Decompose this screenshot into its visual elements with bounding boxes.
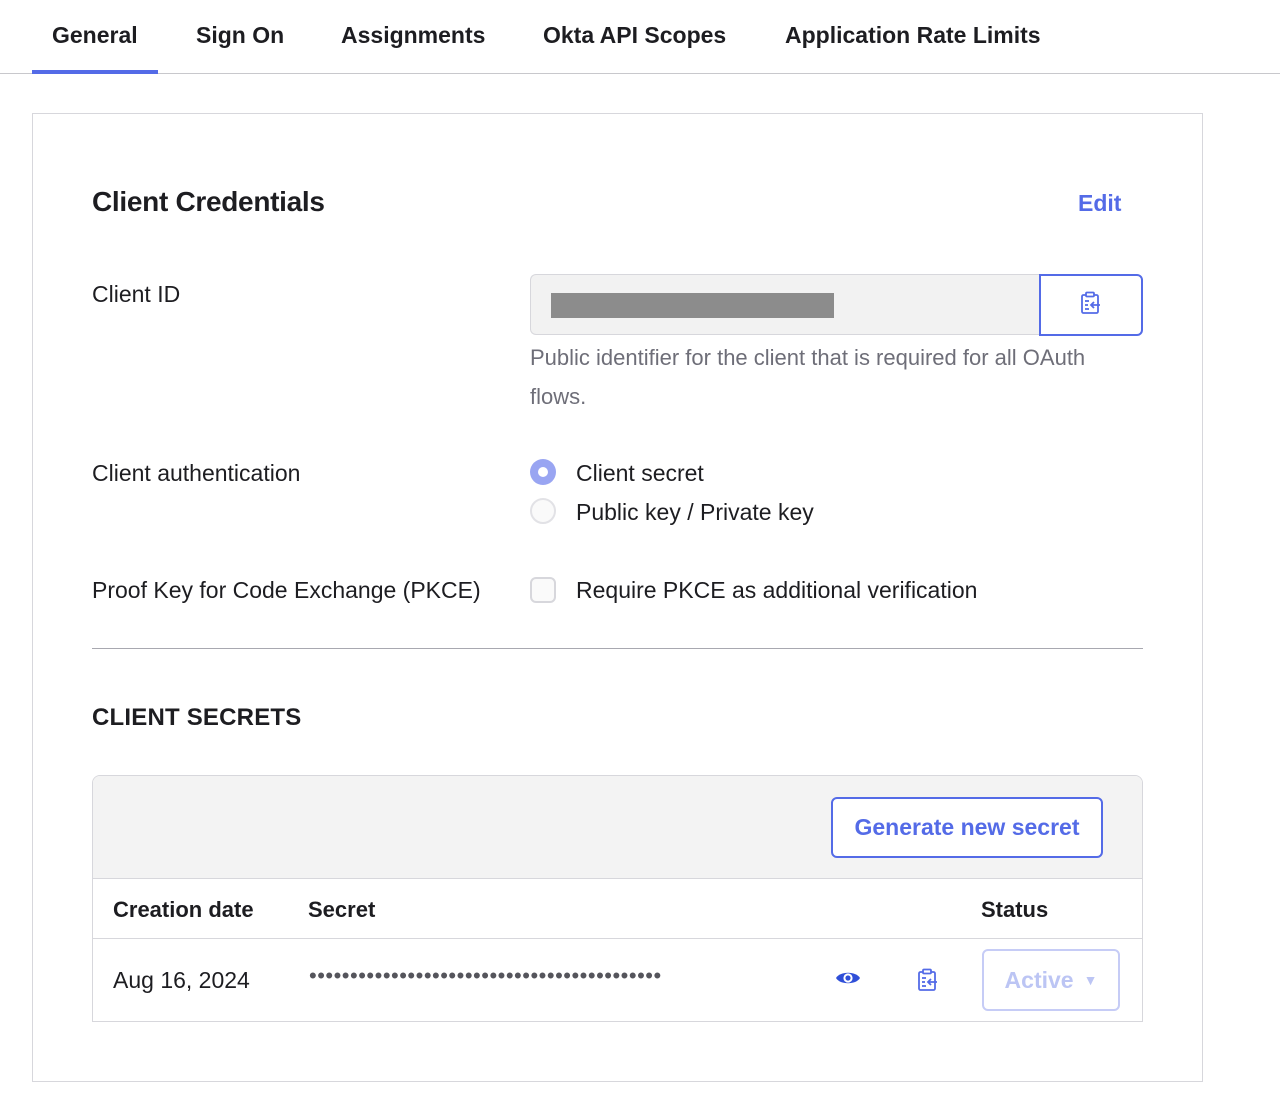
pkce-label: Proof Key for Code Exchange (PKCE) [92,577,481,603]
pkce-option-label: Require PKCE as additional verification [576,577,978,603]
column-header-secret: Secret [308,897,376,922]
client-id-label: Client ID [92,281,181,307]
header-separator [93,938,1142,939]
tab-bar: General Sign On Assignments Okta API Sco… [0,0,1280,74]
client-id-help-text: Public identifier for the client that is… [530,345,1086,409]
generate-new-secret-button[interactable]: Generate new secret [831,797,1103,858]
redacted-client-id [551,293,834,318]
pkce-checkbox[interactable] [530,577,556,603]
tab-assignments[interactable]: Assignments [341,22,485,74]
section-divider [92,648,1143,649]
eye-icon [835,972,861,991]
caret-down-icon: ▼ [1083,972,1098,988]
secret-creation-date: Aug 16, 2024 [113,967,250,993]
secrets-toolbar: Generate new secret [93,776,1142,879]
copy-client-id-button[interactable] [1039,274,1143,336]
reveal-secret-button[interactable] [835,969,861,987]
client-secrets-table: Generate new secret Creation date Secret… [92,775,1143,1022]
client-secret-option-label: Client secret [576,460,704,486]
column-header-status: Status [981,897,1049,922]
section-title: Client Credentials [92,186,325,217]
tab-application-rate-limits[interactable]: Application Rate Limits [785,22,1041,74]
radio-public-private-key[interactable] [530,498,556,524]
clipboard-copy-icon [1080,291,1102,320]
client-secrets-heading: CLIENT SECRETS [92,704,302,731]
tab-okta-api-scopes[interactable]: Okta API Scopes [543,22,726,74]
client-id-field[interactable] [530,274,1040,335]
column-header-creation-date: Creation date [113,897,254,922]
masked-secret: ••••••••••••••••••••••••••••••••••••••••… [309,963,662,988]
edit-button[interactable]: Edit [1078,190,1121,217]
client-auth-label: Client authentication [92,460,301,486]
clipboard-copy-icon [917,968,939,996]
copy-secret-button[interactable] [917,968,939,992]
tab-sign-on[interactable]: Sign On [196,22,284,74]
status-label: Active [1004,966,1074,993]
tab-general[interactable]: General [32,22,158,74]
radio-client-secret[interactable] [530,459,556,485]
secret-status-dropdown[interactable]: Active ▼ [982,949,1120,1011]
public-key-option-label: Public key / Private key [576,499,814,525]
